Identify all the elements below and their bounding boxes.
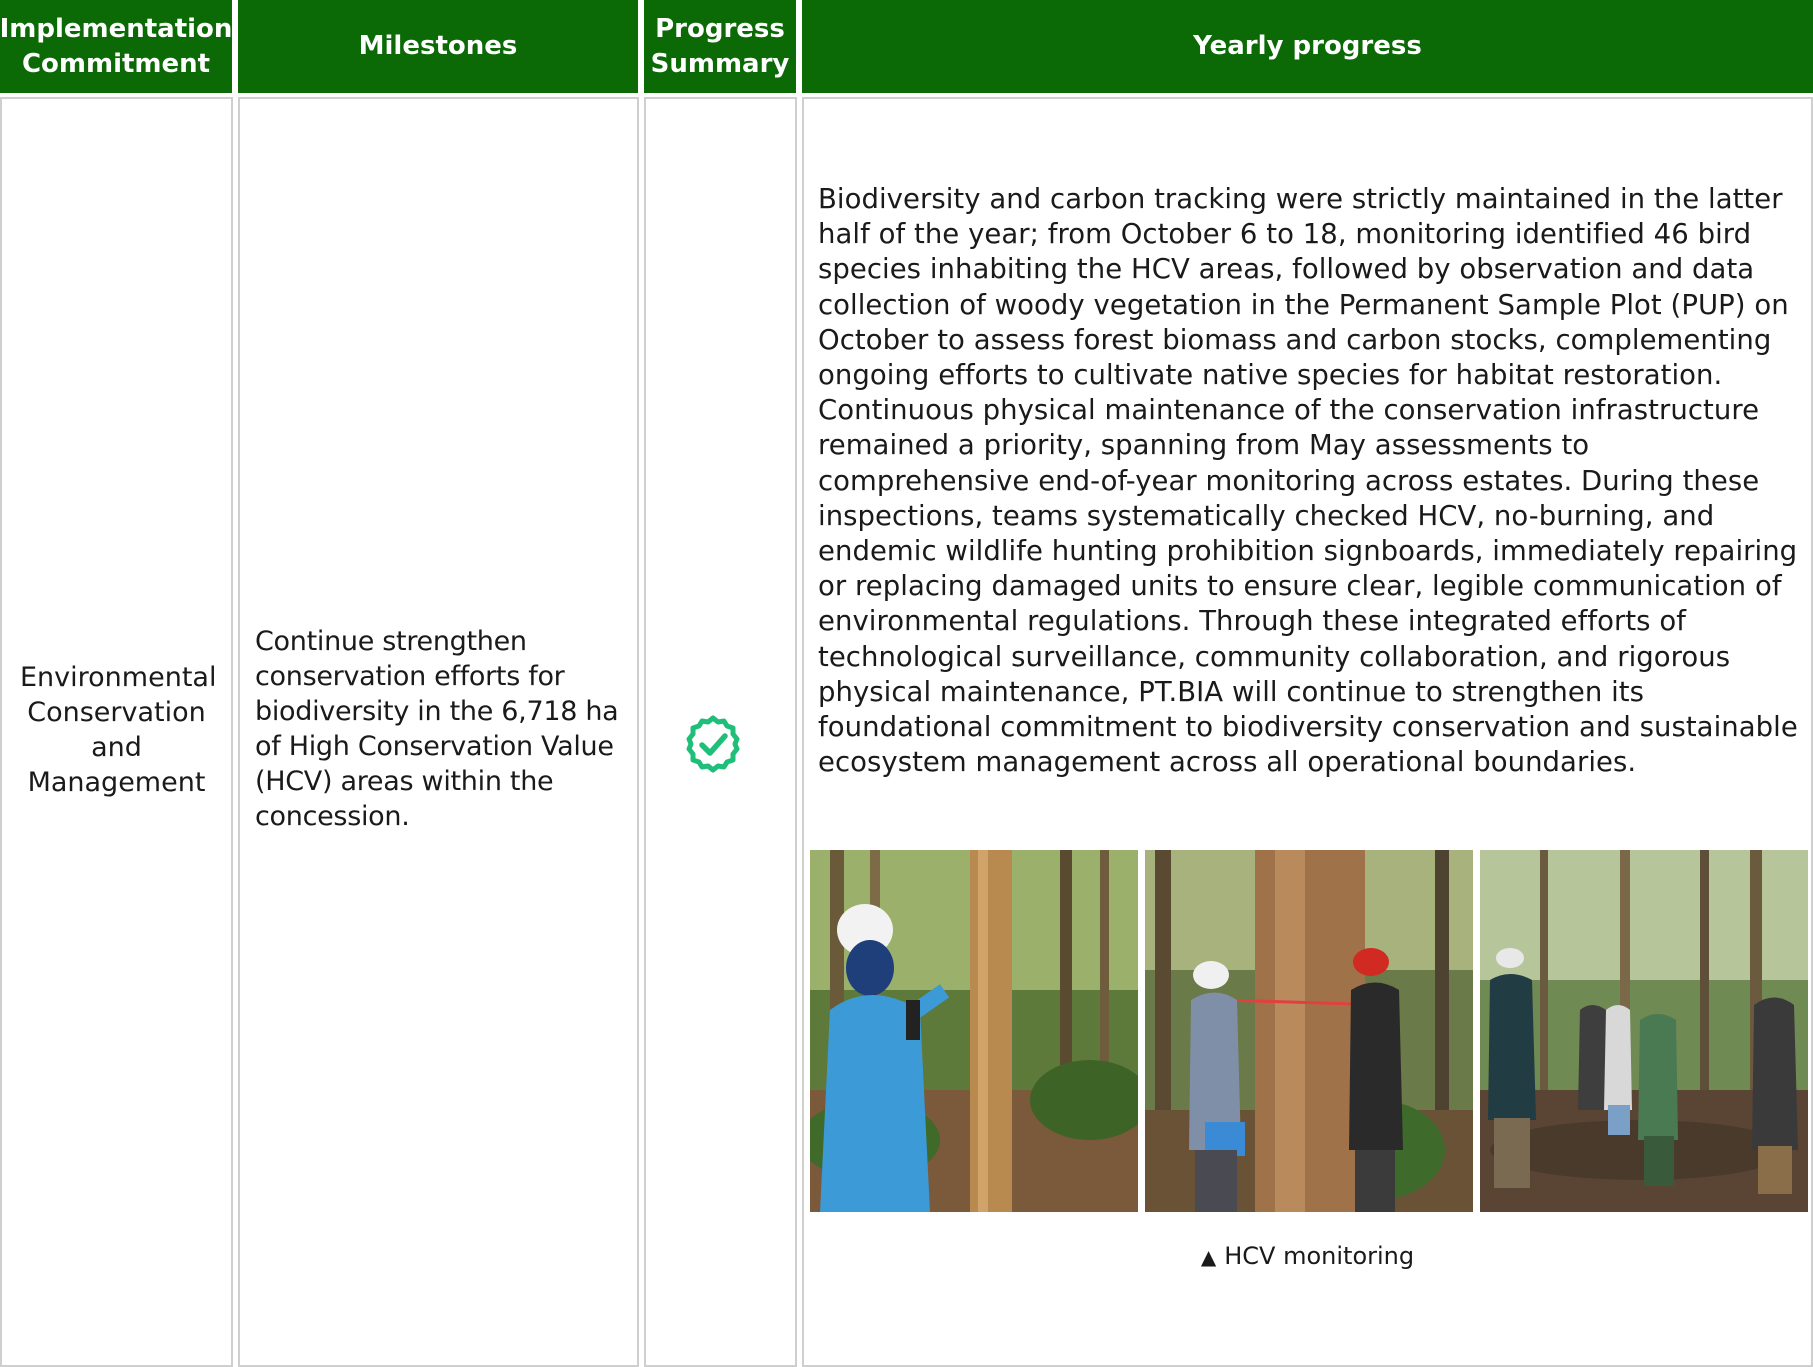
hcv-monitoring-photo-2: [1145, 850, 1473, 1212]
photo-caption: ▲ HCV monitoring: [804, 1241, 1811, 1272]
header-implementation-commitment: Implementation Commitment: [0, 0, 232, 93]
hcv-monitoring-photo-3: [1480, 850, 1808, 1212]
hcv-monitoring-photo-1: [810, 850, 1138, 1212]
progress-summary-cell: [644, 97, 797, 1367]
yearly-progress-cell: Biodiversity and carbon tracking were st…: [802, 97, 1813, 1367]
header-progress-summary: Progress Summary: [644, 0, 796, 93]
triangle-up-icon: ▲: [1200, 1245, 1217, 1269]
commitment-cell: Environmental Conservation and Managemen…: [0, 97, 233, 1367]
commitment-text: Environmental Conservation and Managemen…: [20, 662, 217, 798]
check-circle-icon: [686, 715, 740, 773]
header-label: Implementation Commitment: [0, 13, 233, 79]
yearly-progress-text: Biodiversity and carbon tracking were st…: [818, 183, 1798, 779]
milestone-text: Continue strengthen conservation efforts…: [255, 626, 619, 832]
header-label: Yearly progress: [1193, 31, 1422, 61]
header-label: Milestones: [358, 31, 518, 61]
header-milestones: Milestones: [238, 0, 638, 93]
header-yearly-progress: Yearly progress: [802, 0, 1813, 93]
caption-text: HCV monitoring: [1224, 1242, 1415, 1270]
header-label: Progress Summary: [650, 13, 790, 79]
milestone-cell: Continue strengthen conservation efforts…: [238, 97, 639, 1367]
